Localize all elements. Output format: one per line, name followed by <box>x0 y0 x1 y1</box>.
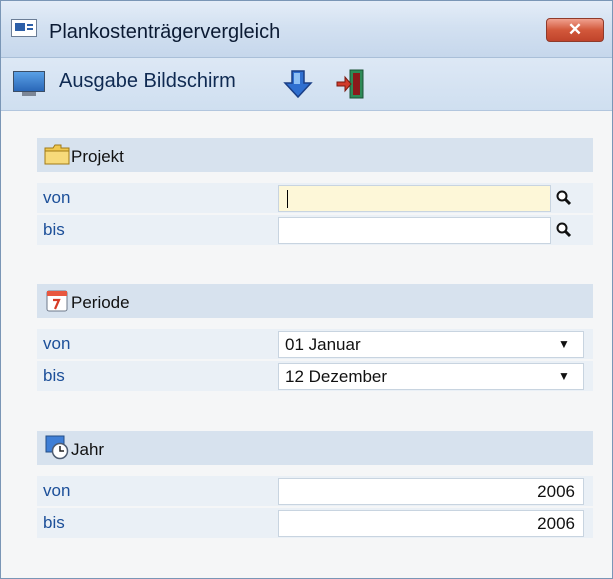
periode-bis-label: bis <box>43 366 65 385</box>
jahr-bis-input[interactable]: 2006 <box>278 510 584 537</box>
chevron-down-icon[interactable]: ▼ <box>556 334 572 354</box>
section-jahr: Jahr <box>37 431 593 465</box>
toolbar: Ausgabe Bildschirm <box>1 58 612 111</box>
folder-icon <box>44 144 70 165</box>
projekt-von-input[interactable] <box>278 185 551 212</box>
periode-bis-select[interactable]: 12 Dezember <box>278 363 584 390</box>
output-screen-button[interactable]: Ausgabe Bildschirm <box>59 70 236 93</box>
exit-door-icon[interactable] <box>336 68 366 100</box>
periode-von-row: von 01 Januar ▼ <box>37 329 593 359</box>
projekt-von-row: von <box>37 183 593 213</box>
form-area: Projekt von bis Periode von 01 Januar ▼ … <box>1 111 612 578</box>
chevron-down-icon[interactable]: ▼ <box>556 366 572 386</box>
jahr-bis-row: bis 2006 <box>37 508 593 538</box>
section-periode: Periode <box>37 284 593 318</box>
calendar-icon <box>46 290 68 312</box>
periode-von-label: von <box>43 334 71 353</box>
close-button[interactable]: ✕ <box>546 18 604 42</box>
title-bar[interactable]: Plankostenträgervergleich ✕ <box>1 1 612 58</box>
arrow-down-icon[interactable] <box>283 69 313 99</box>
periode-bis-row: bis 12 Dezember ▼ <box>37 361 593 391</box>
projekt-bis-row: bis <box>37 215 593 245</box>
section-title-jahr: Jahr <box>71 440 105 459</box>
section-projekt: Projekt <box>37 138 593 172</box>
dialog-window: Plankostenträgervergleich ✕ Ausgabe Bild… <box>0 0 613 579</box>
jahr-von-row: von 2006 <box>37 476 593 506</box>
section-title-periode: Periode <box>71 293 130 312</box>
periode-von-select[interactable]: 01 Januar <box>278 331 584 358</box>
jahr-von-label: von <box>43 481 71 500</box>
search-icon[interactable] <box>553 218 575 242</box>
calendar-clock-icon <box>45 435 69 460</box>
search-icon[interactable] <box>553 186 575 210</box>
app-window-icon <box>11 19 37 37</box>
monitor-icon[interactable] <box>13 71 47 97</box>
window-title: Plankostenträgervergleich <box>49 21 281 43</box>
jahr-bis-label: bis <box>43 513 65 532</box>
section-title-projekt: Projekt <box>71 147 124 166</box>
jahr-von-input[interactable]: 2006 <box>278 478 584 505</box>
projekt-von-label: von <box>43 188 71 207</box>
projekt-bis-input[interactable] <box>278 217 551 244</box>
projekt-bis-label: bis <box>43 220 65 239</box>
